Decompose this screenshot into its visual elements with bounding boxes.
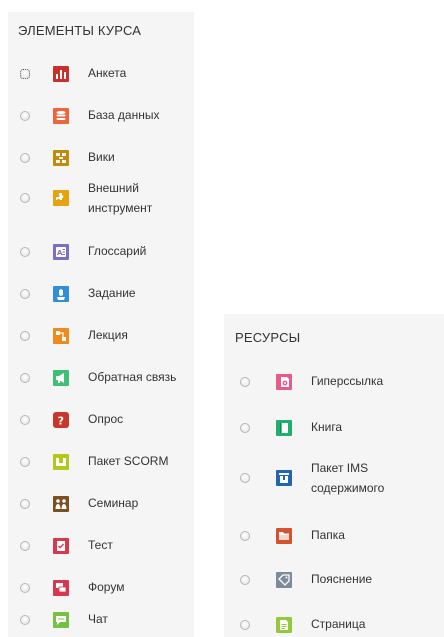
activity-option-choice[interactable]: ? Опрос [8,410,194,429]
feedback-icon [53,369,69,386]
activity-label-line-2: инструмент [88,201,153,215]
quiz-icon [53,537,69,554]
radio-button[interactable] [20,456,30,467]
glossary-icon: A [53,243,69,260]
assignment-icon [53,285,69,302]
activity-option-feedback[interactable]: Обратная связь [8,368,194,387]
activity-option-external-tool[interactable]: Внешний инструмент [8,178,194,218]
activity-option-lesson[interactable]: Лекция [8,326,194,345]
label-icon [276,571,292,588]
ims-package-icon [276,470,292,486]
activities-panel: ЭЛЕМЕНТЫ КУРСА Анкета База данных Вики В… [8,12,194,637]
activity-label: Пакет SCORM [88,454,169,468]
page-icon [276,616,292,633]
url-icon [276,373,292,390]
folder-icon [276,527,292,544]
activity-label: Чат [88,612,108,626]
radio-button[interactable] [20,582,30,593]
radio-button[interactable] [20,193,30,203]
radio-button[interactable] [20,110,30,121]
radio-button[interactable] [20,330,30,341]
database-icon [53,107,69,124]
activity-label: Форум [88,580,125,594]
radio-button[interactable] [20,246,30,257]
activity-option-workshop[interactable]: Семинар [8,494,194,513]
resource-option-label[interactable]: Пояснение [224,570,444,589]
resource-option-url[interactable]: Гиперссылка [224,372,444,391]
resource-option-book[interactable]: Книга [224,418,444,437]
resource-label-line-2: содержимого [311,481,385,495]
book-icon [276,419,292,436]
workshop-icon [53,495,69,512]
radio-button[interactable] [240,574,250,585]
resources-panel: РЕСУРСЫ Гиперссылка Книга Пакет IMS соде… [224,314,444,637]
resource-option-page[interactable]: Страница [224,615,444,634]
radio-button[interactable] [240,376,250,387]
radio-button[interactable] [20,498,30,509]
wiki-icon [53,149,69,166]
radio-button[interactable] [240,619,250,630]
radio-button[interactable] [20,152,30,163]
radio-button[interactable] [20,288,30,299]
resource-label: Книга [311,420,343,434]
resource-label: Папка [311,528,345,542]
activity-label: База данных [88,108,160,122]
radio-button[interactable] [240,422,250,433]
forum-icon [53,579,69,596]
activity-label: Лекция [88,328,128,342]
choice-icon: ? [53,411,69,428]
resource-option-ims-package[interactable]: Пакет IMS содержимого [224,458,444,498]
chat-icon [53,611,69,628]
resource-label-line-1: Пакет IMS [311,461,369,475]
svg-text:A: A [57,249,63,257]
svg-text:?: ? [58,414,64,427]
activity-option-assignment[interactable]: Задание [8,284,194,303]
activity-label: Глоссарий [88,244,147,258]
radio-button[interactable] [20,414,30,425]
resources-section-title: РЕСУРСЫ [235,330,301,345]
activity-option-wiki[interactable]: Вики [8,148,194,167]
activity-option-forum[interactable]: Форум [8,578,194,597]
activity-label: Тест [88,538,113,552]
scorm-icon [53,453,69,470]
radio-button[interactable] [20,68,30,79]
radio-button[interactable] [240,473,250,483]
feedback-survey-icon [53,65,69,82]
activity-label: Вики [88,150,115,164]
activity-label: Опрос [88,412,124,426]
activity-option-database[interactable]: База данных [8,106,194,125]
radio-button[interactable] [20,614,30,625]
activity-option-glossary[interactable]: A Глоссарий [8,242,194,261]
activity-label-line-1: Внешний [88,181,139,195]
activity-option-feedback-survey[interactable]: Анкета [8,64,194,83]
activity-option-quiz[interactable]: Тест [8,536,194,555]
activity-option-scorm[interactable]: Пакет SCORM [8,452,194,471]
resource-label: Страница [311,617,366,631]
lesson-icon [53,327,69,344]
activities-section-title: ЭЛЕМЕНТЫ КУРСА [18,23,142,38]
resource-label: Пояснение [311,572,373,586]
activity-label: Семинар [88,496,139,510]
activity-option-chat[interactable]: Чат [8,610,194,629]
radio-button[interactable] [240,530,250,541]
resource-option-folder[interactable]: Папка [224,526,444,545]
external-tool-icon [53,190,69,206]
radio-button[interactable] [20,540,30,551]
activity-label: Задание [88,286,136,300]
radio-button[interactable] [20,372,30,383]
resource-label: Гиперссылка [311,374,384,388]
activity-label: Обратная связь [88,370,177,384]
activity-label: Анкета [88,66,127,80]
